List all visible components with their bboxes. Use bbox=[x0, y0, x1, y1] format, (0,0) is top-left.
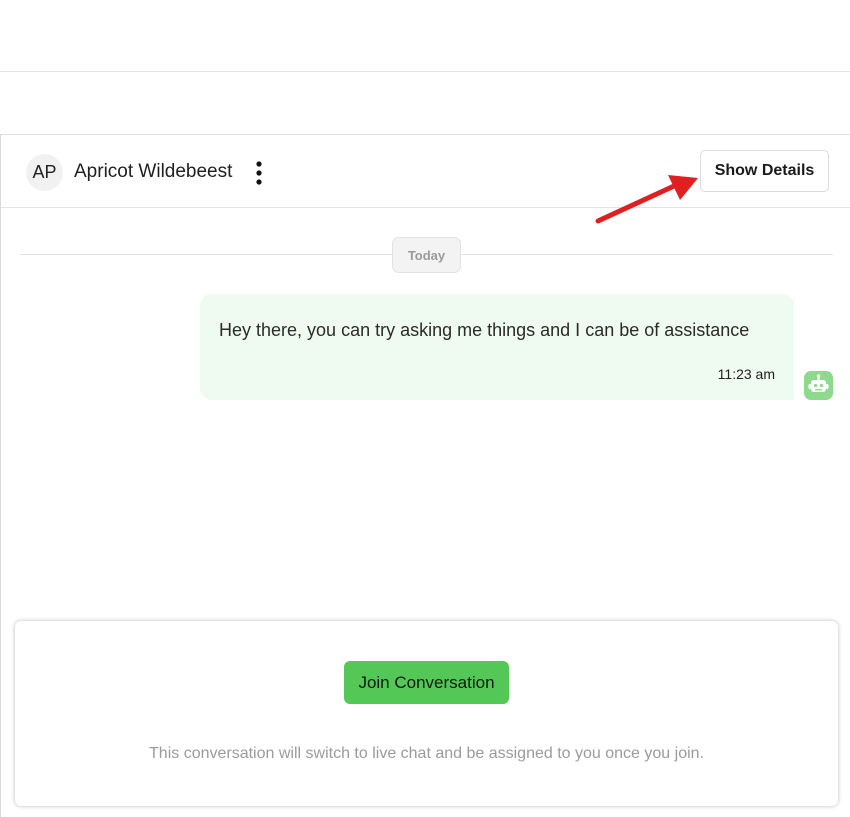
toolbar-area bbox=[0, 72, 850, 134]
message-text: Hey there, you can try asking me things … bbox=[219, 320, 750, 340]
top-bar bbox=[0, 0, 850, 72]
join-conversation-card: Join Conversation This conversation will… bbox=[15, 621, 838, 806]
more-vertical-icon[interactable] bbox=[251, 159, 267, 187]
avatar: AP bbox=[26, 154, 63, 191]
annotation-arrow-icon bbox=[595, 175, 698, 224]
join-conversation-button[interactable]: Join Conversation bbox=[344, 661, 509, 704]
date-separator: Today bbox=[392, 237, 461, 273]
join-note: This conversation will switch to live ch… bbox=[149, 745, 704, 762]
bot-icon bbox=[804, 371, 833, 400]
chat-header: AP Apricot Wildebeest Show Details bbox=[1, 135, 850, 208]
contact-name: Apricot Wildebeest bbox=[74, 161, 233, 182]
message-bubble: Hey there, you can try asking me things … bbox=[200, 294, 794, 400]
show-details-button[interactable]: Show Details bbox=[700, 150, 829, 192]
message-time: 11:23 am bbox=[717, 366, 775, 382]
